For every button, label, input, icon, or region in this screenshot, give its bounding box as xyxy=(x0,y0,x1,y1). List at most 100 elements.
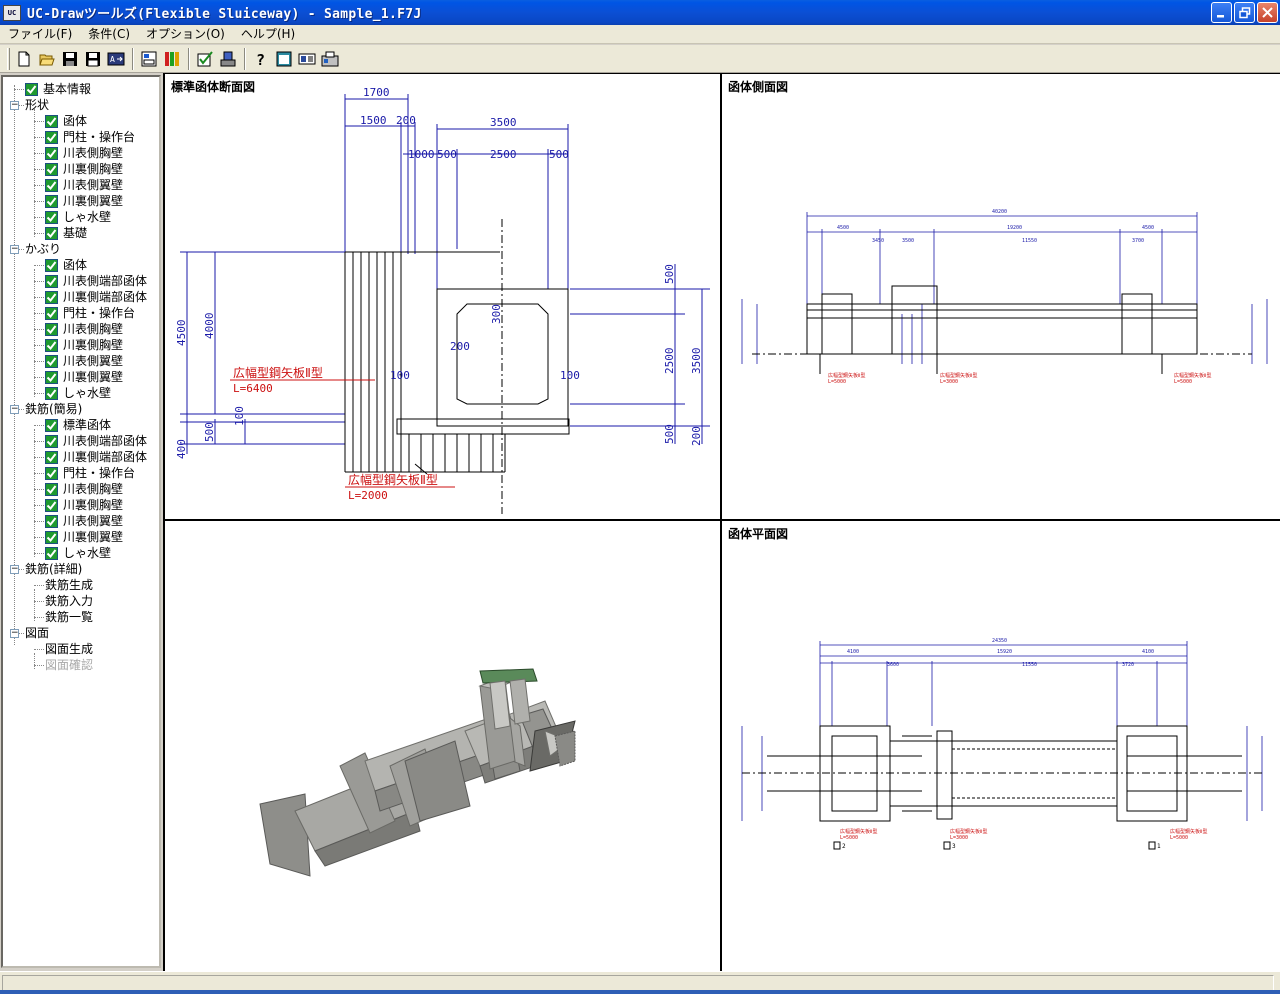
tree-item[interactable]: 鉄筋(詳細) xyxy=(25,561,82,577)
checkbox-checked-icon[interactable] xyxy=(45,354,58,368)
tree-item[interactable]: 川表側胸壁 xyxy=(45,145,123,161)
toolbar-grip[interactable] xyxy=(7,47,10,70)
checkbox-checked-icon[interactable] xyxy=(45,498,58,512)
grid-button[interactable] xyxy=(161,48,183,70)
settings-button[interactable] xyxy=(319,48,341,70)
maximize-button[interactable] xyxy=(1234,2,1255,23)
tree-item[interactable]: 川表側胸壁 xyxy=(45,481,123,497)
checkbox-checked-icon[interactable] xyxy=(45,130,58,144)
checkbox-checked-icon[interactable] xyxy=(45,482,58,496)
tree-item[interactable]: しゃ水壁 xyxy=(45,209,111,225)
tree-item[interactable]: 図面確認 xyxy=(45,657,93,673)
3d-view-pane[interactable] xyxy=(165,521,720,970)
tree-item[interactable]: 鉄筋(簡易) xyxy=(25,401,82,417)
checkbox-checked-icon[interactable] xyxy=(45,514,58,528)
checkbox-checked-icon[interactable] xyxy=(45,226,58,240)
tree-item[interactable]: かぶり xyxy=(25,241,61,257)
tree-item-label: しゃ水壁 xyxy=(63,386,112,400)
print-button[interactable] xyxy=(217,48,239,70)
tree-item[interactable]: 門柱・操作台 xyxy=(45,465,135,481)
checkbox-checked-icon[interactable] xyxy=(45,418,58,432)
window-button[interactable] xyxy=(273,48,295,70)
tree-item[interactable]: 門柱・操作台 xyxy=(45,129,135,145)
tree-item[interactable]: 川裏側端部函体 xyxy=(45,449,147,465)
tree-item[interactable]: 門柱・操作台 xyxy=(45,305,135,321)
tree-item[interactable]: 川裏側胸壁 xyxy=(45,337,123,353)
tree-item[interactable]: 川裏側端部函体 xyxy=(45,289,147,305)
section-view-pane[interactable]: 標準函体断面図 1700 1500 200 3500 1000 500 2500… xyxy=(165,74,720,519)
layout-button[interactable] xyxy=(296,48,318,70)
checkbox-checked-icon[interactable] xyxy=(45,434,58,448)
pane-divider-horizontal[interactable] xyxy=(163,519,1280,521)
check-button[interactable] xyxy=(194,48,216,70)
checkbox-checked-icon[interactable] xyxy=(45,466,58,480)
checkbox-checked-icon[interactable] xyxy=(45,306,58,320)
checkbox-checked-icon[interactable] xyxy=(45,162,58,176)
tree-item[interactable]: 鉄筋生成 xyxy=(45,577,93,593)
tree-item[interactable]: しゃ水壁 xyxy=(45,385,111,401)
tree-item[interactable]: しゃ水壁 xyxy=(45,545,111,561)
tree-item-label: 川裏側胸壁 xyxy=(63,338,124,352)
checkbox-checked-icon[interactable] xyxy=(45,258,58,272)
tree-item[interactable]: 基礎 xyxy=(45,225,87,241)
tree-item[interactable]: 川裏側胸壁 xyxy=(45,497,123,513)
checkbox-checked-icon[interactable] xyxy=(45,322,58,336)
tree-item[interactable]: 鉄筋入力 xyxy=(45,593,93,609)
checkbox-checked-icon[interactable] xyxy=(45,370,58,384)
tree-item[interactable]: 函体 xyxy=(45,113,87,129)
checkbox-checked-icon[interactable] xyxy=(45,338,58,352)
dim-100-left: 100 xyxy=(233,406,246,426)
tree-collapse-toggle[interactable]: − xyxy=(10,629,19,638)
checkbox-checked-icon[interactable] xyxy=(45,146,58,160)
checkbox-checked-icon[interactable] xyxy=(45,450,58,464)
tree-collapse-toggle[interactable]: − xyxy=(10,405,19,414)
menu-options[interactable]: オプション(O) xyxy=(138,25,233,43)
tree-item[interactable]: 川表側翼壁 xyxy=(45,513,123,529)
tree-item[interactable]: 川裏側翼壁 xyxy=(45,529,123,545)
tree-item[interactable]: 鉄筋一覧 xyxy=(45,609,93,625)
tree-item[interactable]: 函体 xyxy=(45,257,87,273)
checkbox-checked-icon[interactable] xyxy=(45,290,58,304)
tree-item[interactable]: 標準函体 xyxy=(45,417,111,433)
checkbox-checked-icon[interactable] xyxy=(45,546,58,560)
tree-collapse-toggle[interactable]: − xyxy=(10,101,19,110)
menu-file[interactable]: ファイル(F) xyxy=(0,25,80,43)
tree-collapse-toggle[interactable]: − xyxy=(10,565,19,574)
tree-item[interactable]: 形状 xyxy=(25,97,49,113)
close-button[interactable] xyxy=(1257,2,1278,23)
tree-item[interactable]: 川表側翼壁 xyxy=(45,177,123,193)
tree-item[interactable]: 基本情報 xyxy=(25,81,91,97)
help-button[interactable]: ? xyxy=(250,48,272,70)
pane-divider-vertical[interactable] xyxy=(720,73,722,971)
tree-item[interactable]: 川裏側胸壁 xyxy=(45,161,123,177)
menu-help[interactable]: ヘルプ(H) xyxy=(233,25,303,43)
tree-collapse-toggle[interactable]: − xyxy=(10,245,19,254)
checkbox-checked-icon[interactable] xyxy=(45,386,58,400)
view-button[interactable] xyxy=(138,48,160,70)
save-as-button[interactable] xyxy=(82,48,104,70)
tree-item[interactable]: 川表側胸壁 xyxy=(45,321,123,337)
export-button[interactable]: A xyxy=(105,48,127,70)
minimize-button[interactable] xyxy=(1211,2,1232,23)
checkbox-checked-icon[interactable] xyxy=(45,178,58,192)
plan-view-pane[interactable]: 函体平面図 24350 4100 15920 4100 3600 11550 3… xyxy=(722,521,1280,970)
tree-item[interactable]: 川表側端部函体 xyxy=(45,273,147,289)
save-button[interactable] xyxy=(59,48,81,70)
menu-conditions[interactable]: 条件(C) xyxy=(80,25,138,43)
tree-item[interactable]: 川裏側翼壁 xyxy=(45,193,123,209)
checkbox-checked-icon[interactable] xyxy=(25,82,38,96)
open-button[interactable] xyxy=(36,48,58,70)
tree-item[interactable]: 川裏側翼壁 xyxy=(45,369,123,385)
checkbox-checked-icon[interactable] xyxy=(45,210,58,224)
checkbox-checked-icon[interactable] xyxy=(45,530,58,544)
tree-item[interactable]: 図面生成 xyxy=(45,641,93,657)
tree-item[interactable]: 川表側翼壁 xyxy=(45,353,123,369)
tree-item[interactable]: 図面 xyxy=(25,625,49,641)
side-view-pane[interactable]: 函体側面図 40200 4500 19200 4500 3450 3500 11… xyxy=(722,74,1280,519)
checkbox-checked-icon[interactable] xyxy=(45,194,58,208)
checkbox-checked-icon[interactable] xyxy=(45,274,58,288)
new-button[interactable] xyxy=(13,48,35,70)
dim-2500-top: 2500 xyxy=(490,148,517,161)
checkbox-checked-icon[interactable] xyxy=(45,114,58,128)
tree-item[interactable]: 川表側端部函体 xyxy=(45,433,147,449)
